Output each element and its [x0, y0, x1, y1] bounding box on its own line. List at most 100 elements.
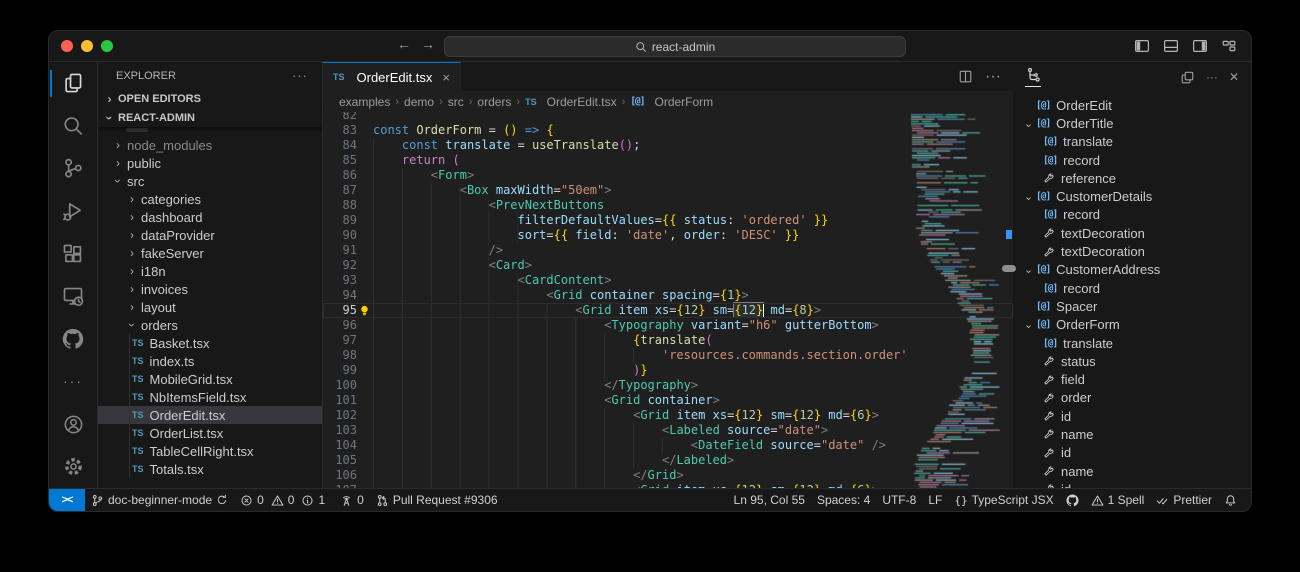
activity-remote-explorer[interactable] [50, 275, 97, 318]
tab-orderedit[interactable]: TS OrderEdit.tsx × [323, 62, 461, 91]
status-prettier[interactable]: Prettier [1150, 489, 1218, 511]
tree-item-MobileGrid.tsx[interactable]: TSMobileGrid.tsx [98, 370, 322, 388]
tree-item-public[interactable]: ›public [98, 154, 322, 172]
status-github-status[interactable] [1060, 489, 1085, 511]
tree-item-i18n[interactable]: ›i18n [98, 262, 322, 280]
outline-item-textDecoration[interactable]: textDecoration [1013, 224, 1251, 242]
activity-run-debug[interactable] [50, 190, 97, 233]
tree-item-orders[interactable]: ›orders [98, 316, 322, 334]
chevron-right-icon: › [112, 156, 124, 170]
status-ports[interactable]: 0 [334, 489, 370, 511]
split-editor-icon[interactable] [958, 69, 973, 84]
status-remote[interactable]: >< [49, 489, 85, 511]
toggle-primary-sidebar-icon[interactable] [1134, 38, 1150, 54]
forward-icon[interactable]: → [421, 36, 435, 52]
status-problems[interactable]: 001 [234, 489, 334, 511]
customize-layout-icon[interactable] [1221, 38, 1237, 54]
status-notifications[interactable] [1218, 489, 1243, 511]
status-pull-request[interactable]: Pull Request #9306 [370, 489, 504, 511]
tree-item-fakeServer[interactable]: ›fakeServer [98, 244, 322, 262]
tree-item-categories[interactable]: ›categories [98, 190, 322, 208]
zoom-window-button[interactable] [101, 40, 113, 52]
sash-handle[interactable] [1002, 265, 1016, 272]
command-center-search[interactable]: react-admin [444, 36, 906, 57]
breadcrumb-examples[interactable]: examples [339, 95, 390, 109]
panel-more-icon[interactable]: ··· [1206, 70, 1218, 84]
tree-item-TableCellRight.tsx[interactable]: TSTableCellRight.tsx [98, 442, 322, 460]
tree-item-Basket.tsx[interactable]: TSBasket.tsx [98, 334, 322, 352]
breadcrumb-demo[interactable]: demo [404, 95, 434, 109]
close-tab-icon[interactable]: × [442, 70, 450, 85]
activity-search[interactable] [50, 105, 97, 148]
outline-item-record[interactable]: [@]record [1013, 206, 1251, 224]
back-icon[interactable]: ← [397, 36, 411, 52]
outline-item-name[interactable]: name [1013, 425, 1251, 443]
outline-item-id[interactable]: id [1013, 407, 1251, 425]
activity-github[interactable] [50, 318, 97, 361]
outline-item-id[interactable]: id [1013, 480, 1251, 488]
activity-extensions[interactable] [50, 232, 97, 275]
tree-item-OrderEdit.tsx[interactable]: TSOrderEdit.tsx [98, 406, 322, 424]
outline-item-record[interactable]: [@]record [1013, 151, 1251, 169]
tree-item-Totals.tsx[interactable]: TSTotals.tsx [98, 460, 322, 478]
double-check-icon [1156, 494, 1169, 507]
tree-item-OrderList.tsx[interactable]: TSOrderList.tsx [98, 424, 322, 442]
toggle-secondary-sidebar-icon[interactable] [1192, 38, 1208, 54]
tree-item-invoices[interactable]: ›invoices [98, 280, 322, 298]
status-cursor-position[interactable]: Ln 95, Col 55 [728, 489, 811, 511]
panel-close-icon[interactable]: ✕ [1229, 70, 1239, 84]
editor-more-icon[interactable]: ··· [985, 68, 1001, 86]
status-spell-checker[interactable]: 1 Spell [1085, 489, 1151, 511]
outline-item-OrderTitle[interactable]: ⌄[@]OrderTitle [1013, 114, 1251, 132]
open-editors-section[interactable]: › OPEN EDITORS [98, 89, 322, 108]
outline-item-id[interactable]: id [1013, 444, 1251, 462]
activity-explorer[interactable] [50, 62, 97, 105]
tree-item-index.ts[interactable]: TSindex.ts [98, 352, 322, 370]
outline-item-status[interactable]: status [1013, 352, 1251, 370]
outline-item-reference[interactable]: reference [1013, 169, 1251, 187]
tree-item-src[interactable]: ›src [98, 172, 322, 190]
outline-item-OrderEdit[interactable]: [@]OrderEdit [1013, 96, 1251, 114]
outline-item-translate[interactable]: [@]translate [1013, 334, 1251, 352]
outline-item-label: CustomerDetails [1056, 189, 1152, 204]
outline-item-name[interactable]: name [1013, 462, 1251, 480]
close-window-button[interactable] [61, 40, 73, 52]
status-branch[interactable]: doc-beginner-mode [85, 489, 234, 511]
breadcrumb-orders[interactable]: orders [477, 95, 511, 109]
status-encoding[interactable]: UTF-8 [876, 489, 922, 511]
outline-item-order[interactable]: order [1013, 389, 1251, 407]
activity-source-control[interactable] [50, 147, 97, 190]
activity-settings[interactable] [50, 445, 97, 488]
project-root-section[interactable]: › REACT-ADMIN [98, 108, 322, 127]
tree-item-node_modules[interactable]: ›node_modules [98, 136, 322, 154]
outline-icon[interactable] [1025, 67, 1041, 87]
explorer-sidebar: EXPLORER ··· › OPEN EDITORS › REACT-ADMI… [98, 62, 323, 488]
explorer-more-icon[interactable]: ··· [292, 68, 308, 83]
tree-item-NbItemsField.tsx[interactable]: TSNbItemsField.tsx [98, 388, 322, 406]
status-language-mode[interactable]: {}TypeScript JSX [948, 489, 1059, 511]
outline-item-CustomerAddress[interactable]: ⌄[@]CustomerAddress [1013, 261, 1251, 279]
tree-item-dashboard[interactable]: ›dashboard [98, 208, 322, 226]
outline-item-translate[interactable]: [@]translate [1013, 133, 1251, 151]
toggle-panel-icon[interactable] [1163, 38, 1179, 54]
minimap[interactable] [908, 112, 1004, 488]
outline-item-Spacer[interactable]: [@]Spacer [1013, 297, 1251, 315]
outline-item-CustomerDetails[interactable]: ⌄[@]CustomerDetails [1013, 187, 1251, 205]
status-indentation[interactable]: Spaces: 4 [811, 489, 876, 511]
activity-accounts[interactable] [50, 403, 97, 446]
status-eol[interactable]: LF [922, 489, 948, 511]
breadcrumb-OrderEdit.tsx[interactable]: TSOrderEdit.tsx [525, 95, 617, 109]
breadcrumb-src[interactable]: src [448, 95, 464, 109]
breadcrumb-OrderForm[interactable]: [@]OrderForm [630, 95, 713, 109]
tree-item-dataProvider[interactable]: ›dataProvider [98, 226, 322, 244]
copy-icon[interactable] [1180, 70, 1195, 85]
outline-item-OrderForm[interactable]: ⌄[@]OrderForm [1013, 316, 1251, 334]
outline-item-field[interactable]: field [1013, 370, 1251, 388]
activity-more[interactable]: ··· [50, 360, 97, 403]
tree-item-layout[interactable]: ›layout [98, 298, 322, 316]
editor-scrollbar[interactable] [1004, 112, 1013, 488]
code-editor[interactable]: 8283const OrderForm = () => {84 const tr… [323, 112, 1013, 488]
outline-item-record[interactable]: [@]record [1013, 279, 1251, 297]
minimize-window-button[interactable] [81, 40, 93, 52]
outline-item-textDecoration[interactable]: textDecoration [1013, 242, 1251, 260]
